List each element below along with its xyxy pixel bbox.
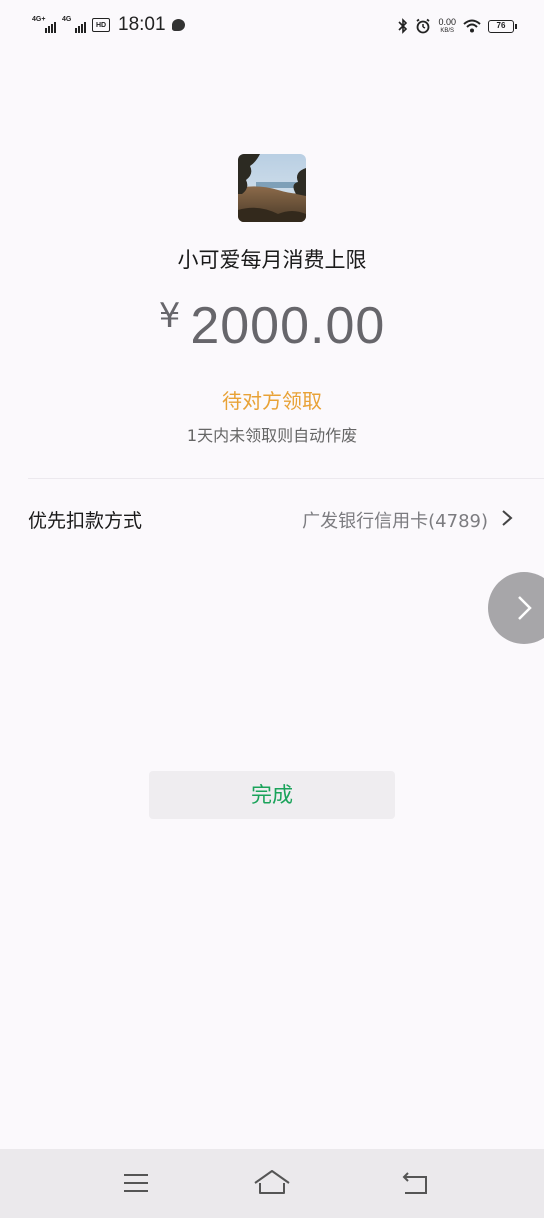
menu-icon	[124, 1174, 148, 1192]
signal-label: 4G+	[32, 16, 46, 23]
divider	[28, 478, 544, 479]
amount-value: 2000.00	[190, 297, 386, 355]
currency-symbol: ¥	[158, 296, 181, 336]
payment-title: 小可爱每月消费上限	[177, 248, 367, 272]
back-icon	[402, 1172, 427, 1194]
expiry-hint: 1天内未领取则自动作废	[186, 426, 358, 445]
net-speed-value: 0.00	[438, 16, 456, 27]
avatar	[238, 154, 306, 222]
back-button[interactable]	[396, 1165, 436, 1201]
status-text: 待对方领取	[222, 389, 322, 413]
chat-bubble-icon	[171, 19, 185, 31]
navigation-bar	[0, 1149, 544, 1218]
payment-method-label: 优先扣款方式	[28, 510, 143, 532]
status-right: 0.00 KB/S 76	[398, 15, 517, 37]
floating-next-button[interactable]	[488, 572, 544, 644]
amount-display: ¥2000.00	[0, 296, 544, 356]
payment-method-row[interactable]: 优先扣款方式 广发银行信用卡(4789)	[0, 490, 544, 546]
net-speed: 0.00 KB/S	[438, 16, 456, 35]
wifi-icon	[463, 19, 481, 33]
signal-icon: 4G	[62, 16, 86, 34]
done-button[interactable]: 完成	[149, 771, 395, 819]
alarm-icon	[416, 18, 431, 34]
chevron-right-icon	[502, 510, 513, 526]
status-left: 4G+ 4G HD 18:01	[32, 14, 185, 36]
home-button[interactable]	[252, 1165, 292, 1201]
signal-icon: 4G+	[32, 16, 56, 34]
signal-label: 4G	[62, 16, 72, 23]
clock: 18:01	[118, 14, 166, 35]
net-speed-unit: KB/S	[440, 27, 455, 34]
battery-icon: 76	[488, 19, 517, 33]
status-bar: 4G+ 4G HD 18:01 0.00 KB/S 76	[0, 0, 544, 50]
bluetooth-icon	[398, 18, 408, 34]
menu-button[interactable]	[116, 1165, 156, 1201]
hd-icon: HD	[92, 18, 110, 32]
home-icon	[254, 1170, 290, 1194]
chevron-right-icon	[518, 596, 532, 620]
payment-method-value: 广发银行信用卡(4789)	[302, 511, 488, 532]
